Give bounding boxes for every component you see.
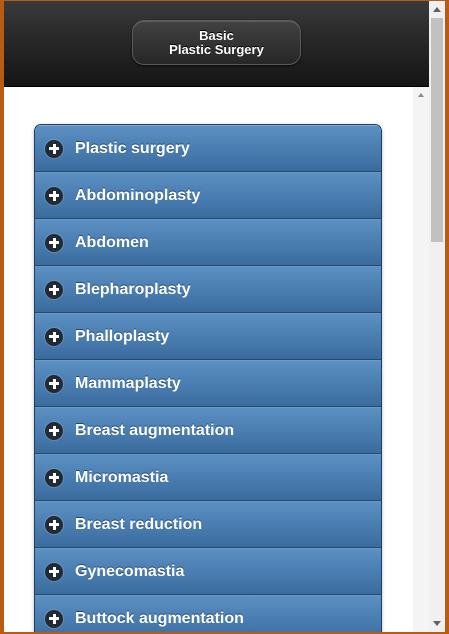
list-item-label: Breast reduction	[75, 515, 203, 533]
page-title-line1: Basic	[199, 27, 234, 43]
list-item-breast-reduction[interactable]: Breast reduction	[35, 501, 381, 548]
header-bar: Basic Plastic Surgery	[4, 1, 429, 87]
plus-circle-icon	[45, 515, 63, 534]
list-item-label: Blepharoplasty	[75, 280, 191, 298]
page-title: Basic Plastic Surgery	[132, 20, 301, 65]
list-item-label: Breast augmentation	[75, 421, 235, 439]
list-item-label: Abdominoplasty	[75, 186, 201, 204]
list-item-label: Gynecomastia	[75, 562, 185, 580]
plus-circle-icon	[45, 374, 63, 393]
plus-circle-icon	[45, 421, 63, 440]
plus-circle-icon	[45, 609, 63, 628]
list-item-label: Plastic surgery	[75, 139, 190, 157]
list-item-mammaplasty[interactable]: Mammaplasty	[35, 360, 381, 407]
scroll-up-arrow-icon[interactable]	[433, 7, 441, 12]
list-item-abdominoplasty[interactable]: Abdominoplasty	[35, 172, 381, 219]
list-item-label: Phalloplasty	[75, 327, 170, 345]
window-scrollbar[interactable]	[429, 1, 445, 632]
list-item-gynecomastia[interactable]: Gynecomastia	[35, 548, 381, 595]
page-title-line2: Plastic Surgery	[169, 41, 264, 57]
list-item-label: Buttock augmentation	[75, 609, 244, 627]
app-frame: Basic Plastic Surgery Plastic surgery Ab…	[4, 1, 445, 632]
list-item-label: Micromastia	[75, 468, 169, 486]
list-item-plastic-surgery[interactable]: Plastic surgery	[35, 125, 381, 172]
content-area[interactable]: Plastic surgery Abdominoplasty Abdomen B…	[4, 87, 429, 632]
list-item-phalloplasty[interactable]: Phalloplasty	[35, 313, 381, 360]
plus-circle-icon	[45, 233, 63, 252]
scroll-down-arrow-icon[interactable]	[433, 621, 441, 626]
plus-circle-icon	[45, 280, 63, 299]
list-item-label: Mammaplasty	[75, 374, 181, 392]
list-item-blepharoplasty[interactable]: Blepharoplasty	[35, 266, 381, 313]
list-item-abdomen[interactable]: Abdomen	[35, 219, 381, 266]
scrollbar-thumb[interactable]	[431, 18, 443, 242]
plus-circle-icon	[45, 468, 63, 487]
plus-circle-icon	[45, 139, 63, 158]
plus-circle-icon	[45, 327, 63, 346]
list-item-breast-augmentation[interactable]: Breast augmentation	[35, 407, 381, 454]
scroll-up-arrow-icon[interactable]	[418, 93, 424, 97]
content-scrollbar[interactable]	[413, 87, 429, 632]
plus-circle-icon	[45, 562, 63, 581]
plus-circle-icon	[45, 186, 63, 205]
list-item-buttock-augmentation[interactable]: Buttock augmentation	[35, 595, 381, 632]
topic-list: Plastic surgery Abdominoplasty Abdomen B…	[34, 124, 382, 632]
list-item-micromastia[interactable]: Micromastia	[35, 454, 381, 501]
list-item-label: Abdomen	[75, 233, 149, 251]
